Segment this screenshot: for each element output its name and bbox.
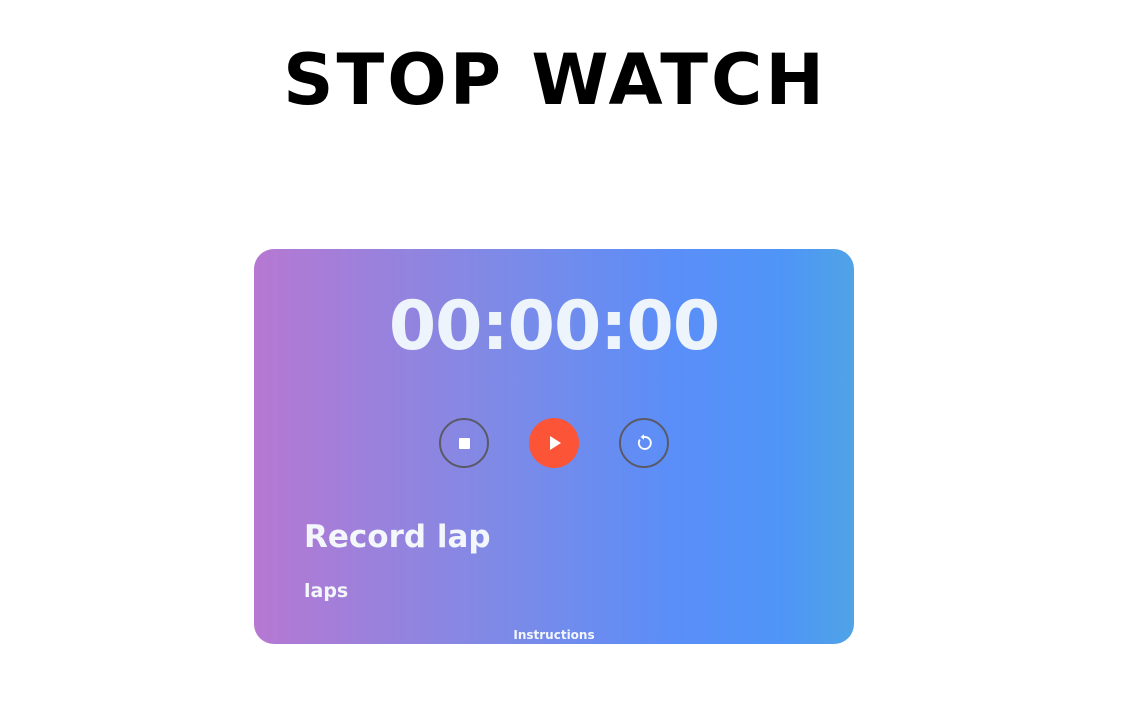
stop-icon (458, 437, 470, 449)
record-lap-heading[interactable]: Record lap (304, 517, 491, 557)
instructions-link[interactable]: Instructions (254, 627, 854, 643)
play-button[interactable] (529, 418, 579, 468)
laps-label: laps (304, 580, 349, 602)
play-icon (550, 436, 561, 450)
reset-button[interactable] (619, 418, 669, 468)
reset-icon (637, 434, 652, 450)
stopwatch-card: 00:00:00 Record lap laps Instructions (254, 249, 854, 644)
timer-display: 00:00:00 (388, 287, 720, 366)
stopwatch-controls (439, 418, 669, 468)
stop-button[interactable] (439, 418, 489, 468)
page-title: STOP WATCH (283, 39, 827, 121)
